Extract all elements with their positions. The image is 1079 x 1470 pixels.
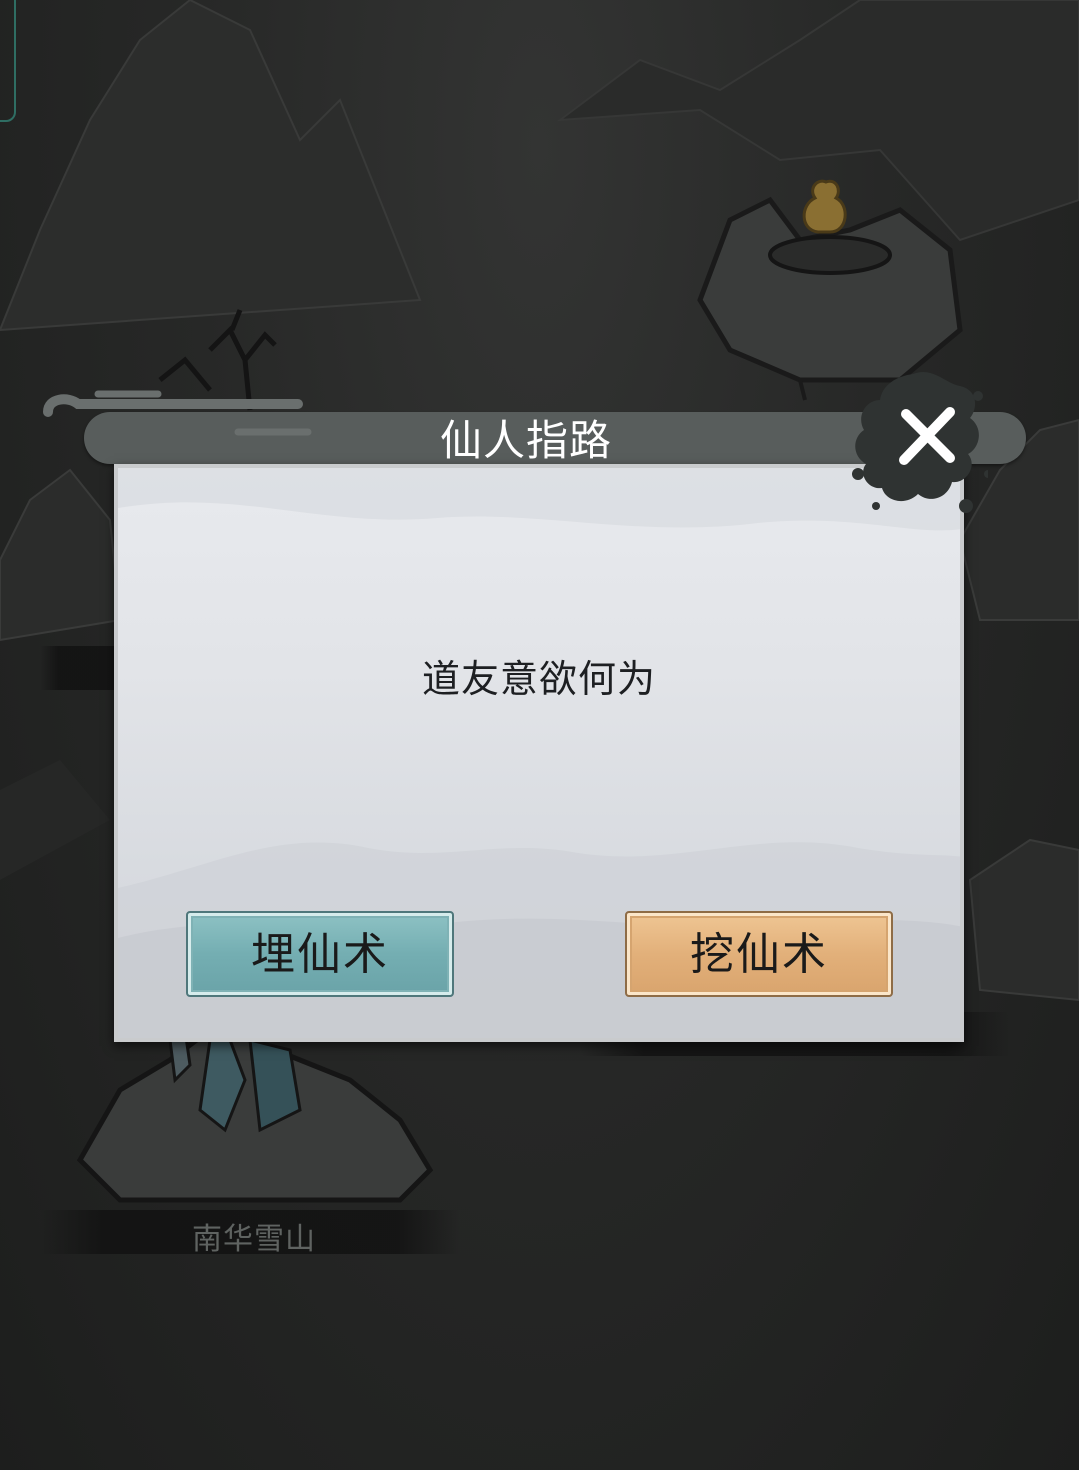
bury-spell-button[interactable]: 埋仙术: [186, 911, 454, 997]
dig-spell-button[interactable]: 挖仙术: [625, 911, 893, 997]
game-scene: 南华雪山 道友意欲何为 仙人指路 埋仙术 挖仙术: [0, 0, 1079, 1470]
cloud-scroll-ornament: [43, 390, 312, 436]
close-button[interactable]: [838, 356, 992, 526]
mountain-silhouette: [0, 468, 122, 642]
close-x-icon: [852, 371, 992, 513]
dialog-message: 道友意欲何为: [421, 657, 656, 701]
location-label-nanhua[interactable]: 南华雪山: [192, 1214, 316, 1258]
corner-frame: [0, 0, 16, 122]
mountain-silhouette: [0, 760, 110, 880]
mountain-silhouette: [968, 838, 1079, 1002]
mountain-silhouette: [0, 0, 422, 332]
dialog-title: 仙人指路: [439, 416, 612, 465]
snow-mountain-landmark: [76, 1027, 434, 1203]
